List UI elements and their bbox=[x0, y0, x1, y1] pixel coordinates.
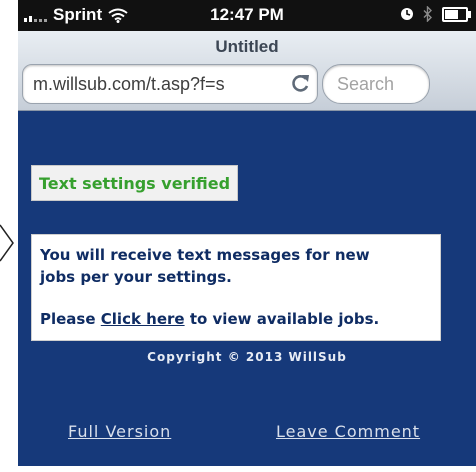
click-here-link[interactable]: Click here bbox=[101, 310, 185, 328]
full-version-link[interactable]: Full Version bbox=[68, 422, 171, 441]
url-field[interactable]: m.willsub.com/t.asp?f=s bbox=[22, 64, 318, 104]
left-margin bbox=[0, 0, 18, 472]
alarm-clock-icon bbox=[401, 8, 413, 20]
copyright-text: Copyright © 2013 WillSub bbox=[147, 350, 347, 364]
bluetooth-icon bbox=[423, 6, 432, 22]
phone-screen: Sprint 12:47 PM Untitled m.willsub.com/t… bbox=[18, 0, 476, 466]
battery-icon bbox=[442, 6, 471, 22]
verified-message: Text settings verified bbox=[31, 165, 239, 201]
message-box: You will receive text messages for new j… bbox=[31, 234, 441, 341]
search-input[interactable]: Search bbox=[322, 64, 430, 104]
info-line-2: jobs per your settings. bbox=[40, 268, 232, 286]
leave-comment-link[interactable]: Leave Comment bbox=[276, 422, 420, 441]
browser-chrome: Untitled m.willsub.com/t.asp?f=s Search bbox=[18, 31, 476, 111]
prompt-prefix: Please bbox=[40, 310, 96, 328]
chevron-right-icon bbox=[0, 224, 14, 262]
page-content: Text settings verified You will receive … bbox=[18, 111, 476, 466]
status-bar: Sprint 12:47 PM bbox=[18, 0, 476, 31]
prompt-suffix: to view available jobs. bbox=[189, 310, 380, 328]
bottom-edge bbox=[0, 466, 476, 472]
status-icons bbox=[400, 6, 471, 22]
jobs-prompt: Please Click here to view available jobs… bbox=[40, 310, 379, 328]
search-placeholder: Search bbox=[337, 74, 395, 94]
page-title: Untitled bbox=[215, 37, 279, 56]
reload-icon[interactable] bbox=[289, 71, 311, 95]
url-text: m.willsub.com/t.asp?f=s bbox=[33, 74, 225, 94]
info-line-1: You will receive text messages for new bbox=[40, 246, 370, 264]
